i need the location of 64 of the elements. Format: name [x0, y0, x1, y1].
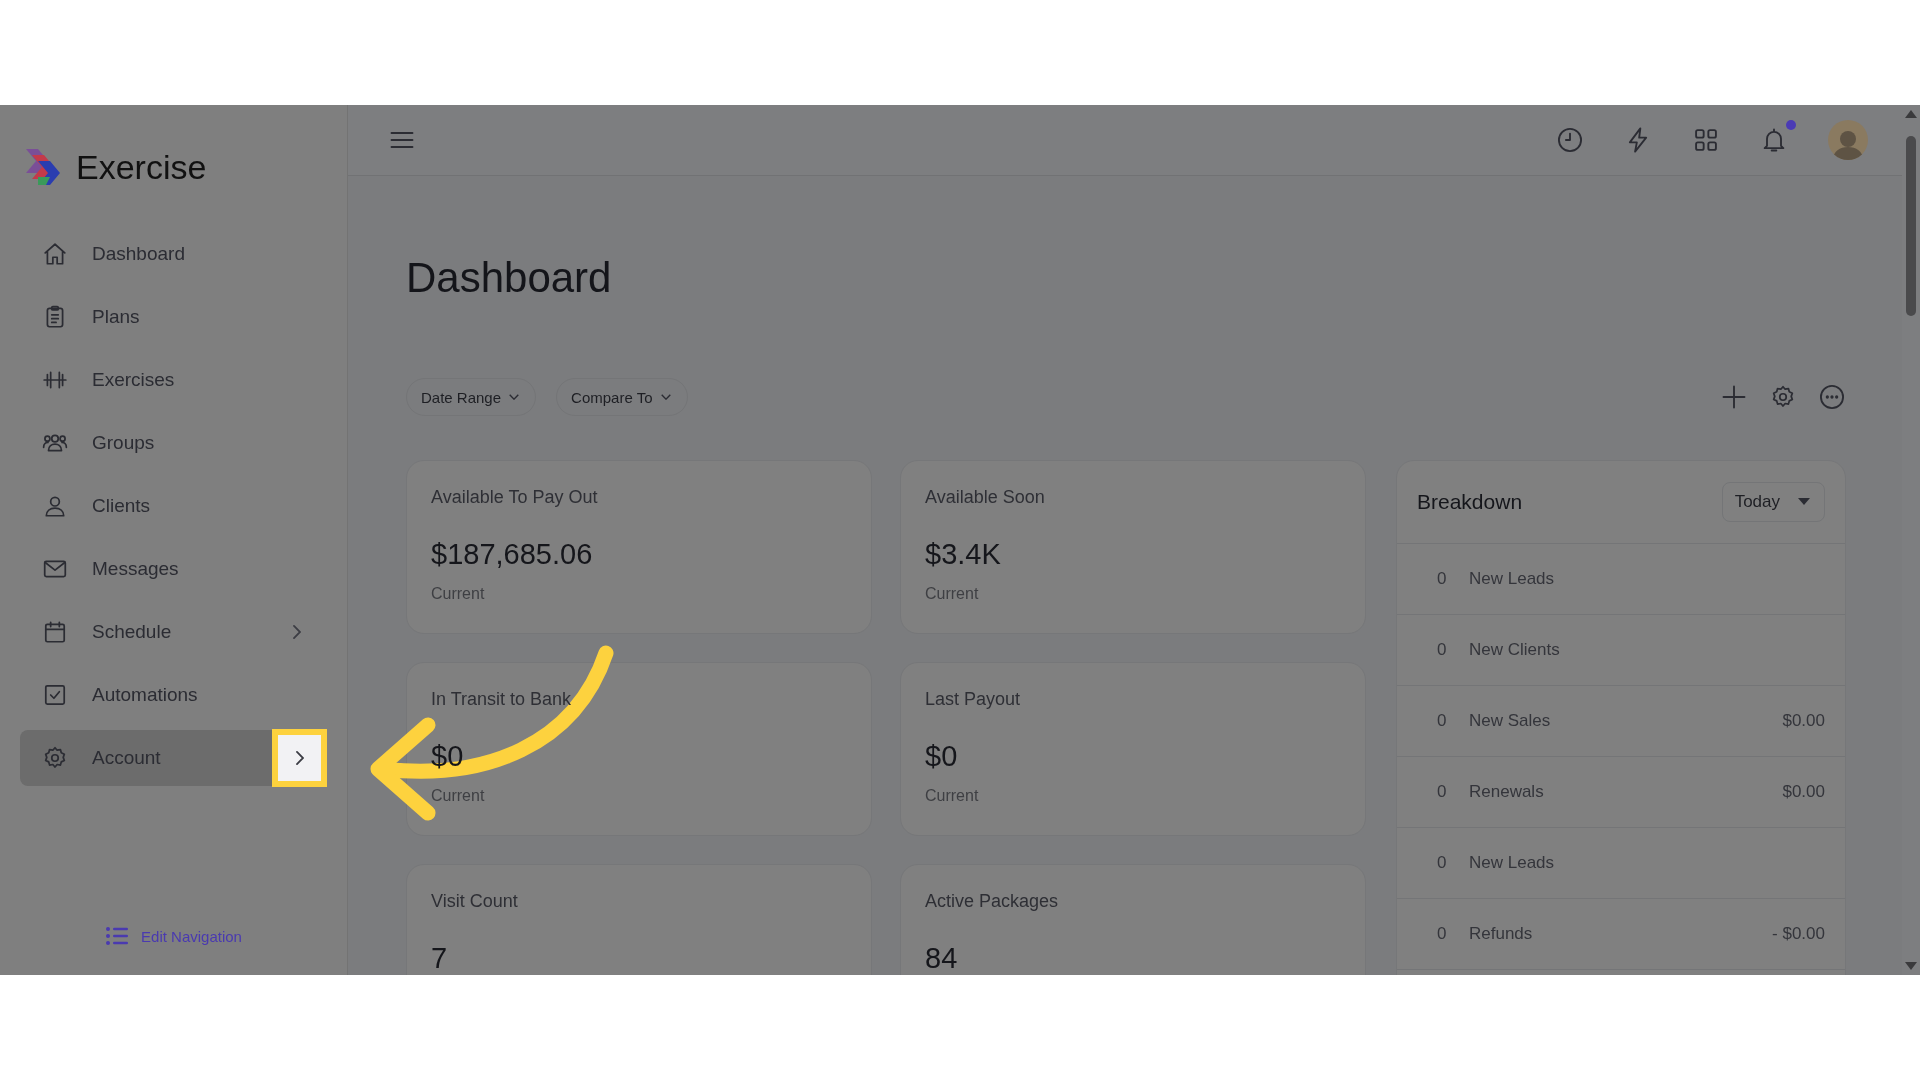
caret-icon [1798, 498, 1810, 506]
card-title: Last Payout [925, 689, 1022, 710]
row-count: 0 [1437, 569, 1448, 589]
card-title: Visit Count [431, 891, 519, 912]
card-note: Current [431, 787, 486, 805]
card-value: $187,685.06 [431, 538, 594, 571]
nav-item[interactable]: Messages [20, 541, 327, 597]
card-value: 84 [925, 942, 959, 975]
nav-item[interactable]: Account [20, 730, 327, 786]
scrollbar-thumb[interactable] [1906, 136, 1916, 316]
card-value: 7 [431, 942, 449, 975]
clock-icon [1556, 126, 1584, 154]
row-count: 0 [1437, 924, 1448, 944]
caret-icon [660, 394, 671, 400]
row-count: 0 [1437, 711, 1448, 731]
edit-navigation-link[interactable]: Edit Navigation [141, 927, 242, 945]
settings-icon [1770, 384, 1796, 410]
card-note: Current [925, 787, 980, 805]
breakdown-title: Breakdown [1417, 490, 1523, 514]
row-count: 0 [1437, 640, 1448, 660]
row-label: New Sales [1469, 711, 1552, 731]
card-title: Active Packages [925, 891, 1060, 912]
nav-item[interactable]: Plans [20, 289, 327, 345]
nav-item[interactable]: Clients [20, 478, 327, 534]
more-icon [1818, 383, 1846, 411]
calendar-icon [42, 619, 68, 645]
nav-item[interactable]: Exercises [20, 352, 327, 408]
brand-name: Exercise [76, 147, 207, 187]
scroll-up-icon[interactable] [1905, 110, 1917, 118]
nav-item[interactable]: Groups [20, 415, 327, 471]
card-note: Current [431, 585, 486, 603]
list-icon [105, 925, 130, 947]
settings-icon [42, 745, 68, 771]
scroll-down-icon[interactable] [1905, 962, 1917, 970]
row-label: Renewals [1469, 782, 1545, 802]
home-icon [42, 241, 68, 267]
plus-icon [1720, 383, 1748, 411]
grid-icon [1692, 126, 1720, 154]
caret-icon [509, 394, 520, 400]
row-label: Refunds [1469, 924, 1534, 944]
logo-icon [24, 147, 62, 187]
card-value: $3.4K [925, 538, 1002, 571]
checkbox-icon [42, 682, 68, 708]
row-amount: $0.00 [1782, 711, 1825, 731]
row-count: 0 [1437, 853, 1448, 873]
row-amount: - $0.00 [1772, 924, 1825, 944]
nav-item[interactable]: Schedule [20, 604, 327, 660]
page-title: Dashboard [406, 254, 613, 302]
highlighted-expand-button[interactable] [272, 729, 327, 787]
nav-item[interactable]: Dashboard [20, 226, 327, 282]
row-label: New Leads [1469, 569, 1556, 589]
card-title: Available Soon [925, 487, 1046, 508]
period-dropdown[interactable]: Today [1721, 482, 1825, 522]
chevron-icon [295, 751, 304, 765]
row-count: 0 [1437, 782, 1448, 802]
row-label: New Leads [1469, 853, 1556, 873]
nav-item[interactable]: Automations [20, 667, 327, 723]
card-value: $0 [925, 740, 959, 773]
avatar[interactable] [1828, 120, 1868, 160]
row-label: New Clients [1469, 640, 1561, 660]
row-amount: $0.00 [1782, 782, 1825, 802]
card-title: Available To Pay Out [431, 487, 599, 508]
card-note: Current [925, 585, 980, 603]
card-title: In Transit to Bank [431, 689, 573, 710]
